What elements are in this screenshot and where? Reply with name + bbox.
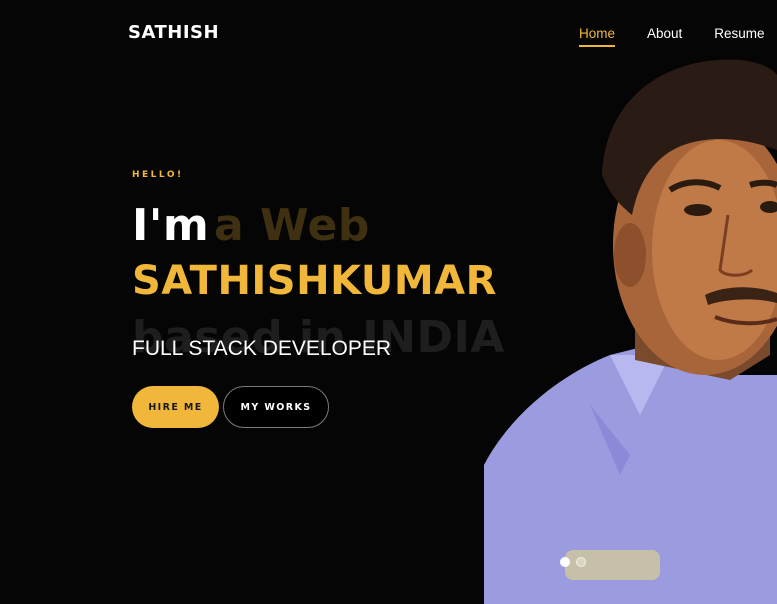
slider-dots xyxy=(560,557,586,567)
my-works-button[interactable]: MY WORKS xyxy=(223,386,329,428)
nav-item-resume[interactable]: Resume xyxy=(714,26,764,47)
nav-item-about[interactable]: About xyxy=(647,26,682,47)
portrait-image xyxy=(484,59,777,604)
slider-dot-2[interactable] xyxy=(576,557,586,567)
ghost-text-line-1: a Web xyxy=(214,200,370,251)
hero-role: FULL STACK DEVELOPER xyxy=(132,337,392,360)
main-nav: Home About Resume xyxy=(579,26,765,47)
brand-logo[interactable]: SATHISH xyxy=(128,22,219,43)
hero-name: SATHISHKUMAR xyxy=(132,258,497,304)
hire-me-button[interactable]: HIRE ME xyxy=(132,386,219,428)
nav-item-home[interactable]: Home xyxy=(579,26,616,47)
hero-greeting: I'm xyxy=(132,200,210,251)
slider-dot-1[interactable] xyxy=(560,557,570,567)
hero-stage: SATHISH Home About Resume HELLO! a Web b… xyxy=(0,0,777,604)
hero-eyebrow: HELLO! xyxy=(132,170,184,180)
